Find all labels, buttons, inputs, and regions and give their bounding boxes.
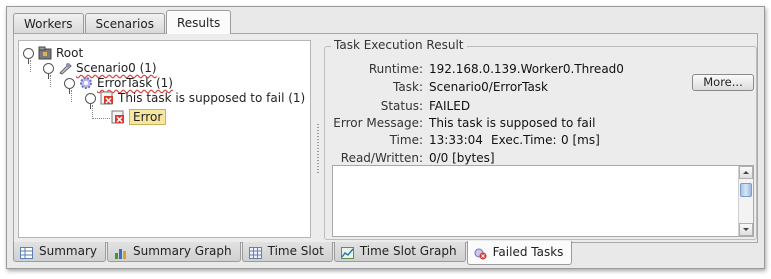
tab-results[interactable]: Results [165,10,232,34]
tab-label: Failed Tasks [492,245,564,259]
collapse-toggle[interactable] [64,77,75,94]
tab-label: Time Slot [267,244,324,258]
error-message-label: Error Message: [333,116,423,130]
tree-label: Scenario0 (1) [76,61,157,75]
read-written-label: Read/Written: [340,151,423,165]
tab-label: Summary Graph [133,244,232,258]
task-execution-result-panel: Task Execution Result Runtime: 192.168.0… [324,38,758,240]
vertical-scrollbar[interactable] [738,166,753,236]
scroll-thumb[interactable] [740,183,752,197]
collapse-toggle[interactable] [43,62,54,79]
tab-time-slot-graph[interactable]: Time Slot Graph [333,242,466,262]
status-label: Status: [380,99,423,113]
results-content: Root Scenario0 (1) ErrorTask (1) This ta… [13,33,758,243]
result-view-tabs: Summary Summary Graph Time Slot Time Slo… [13,241,573,266]
tree-label-selected: Error [129,109,167,125]
main-tabs: Workers Scenarios Results [13,10,232,34]
task-label: Task: [393,80,423,94]
results-tree[interactable]: Root Scenario0 (1) ErrorTask (1) This ta… [18,40,311,238]
details-text-area[interactable] [332,165,754,237]
tree-connector [30,60,31,72]
tree-node-error[interactable]: Error [111,109,167,125]
error-message-row: Error Message: This task is supposed to … [325,115,758,131]
tree-node-task[interactable]: ErrorTask (1) [64,75,173,94]
status-value: FAILED [429,99,471,113]
task-value: Scenario0/ErrorTask [429,80,548,94]
tree-label: This task is supposed to fail (1) [118,91,306,105]
tree-node-failure[interactable]: This task is supposed to fail (1) [85,90,306,109]
time-value: 13:33:04 [429,133,483,147]
line-chart-icon [340,246,354,259]
scenario-icon [58,61,72,75]
scroll-up-button[interactable] [739,166,753,179]
split-pane-divider[interactable] [314,40,322,238]
tree-connector [71,90,72,102]
panel-title: Task Execution Result [331,38,467,52]
tree-node-root[interactable]: Root [23,45,84,64]
time-row: Time: 13:33:04 Exec.Time: 0 [ms] [325,132,758,148]
tab-scenarios[interactable]: Scenarios [84,13,165,34]
tree-connector [50,75,51,87]
arrow-up-icon [743,171,749,174]
error-icon [111,110,125,124]
error-message-value: This task is supposed to fail [429,116,596,130]
failed-tasks-icon [474,247,487,259]
grid-icon [248,246,262,259]
exec-time-value: 0 [ms] [561,133,600,147]
error-icon [100,91,114,105]
tree-connector [92,118,110,119]
tab-label: Summary [39,244,97,258]
runtime-value: 192.168.0.139.Worker0.Thread0 [429,62,624,76]
results-window: Workers Scenarios Results Root Scenario0… [6,6,765,269]
table-icon [20,246,33,259]
collapse-toggle[interactable] [23,47,34,64]
tree-node-scenario[interactable]: Scenario0 (1) [43,60,157,79]
tab-summary-graph[interactable]: Summary Graph [107,242,241,262]
tree-connector [92,105,93,119]
scroll-down-button[interactable] [739,223,753,236]
tab-label: Time Slot Graph [359,244,457,258]
tab-summary[interactable]: Summary [13,242,106,262]
runtime-label: Runtime: [368,62,423,76]
splitter-grip[interactable] [317,124,319,174]
read-written-row: Read/Written: 0/0 [bytes] [325,150,758,166]
gear-icon [79,76,93,90]
more-button[interactable]: More... [692,74,754,91]
tab-workers[interactable]: Workers [13,13,84,34]
time-label: Time: [389,133,423,147]
tree-label: ErrorTask (1) [97,76,173,90]
status-row: Status: FAILED [325,98,758,114]
exec-time-label: Exec.Time: [491,133,557,147]
collapse-toggle[interactable] [85,92,96,109]
folder-icon [38,46,52,60]
read-written-value: 0/0 [bytes] [429,151,495,165]
arrow-down-icon [743,228,749,231]
bar-chart-icon [114,246,127,259]
tab-time-slot[interactable]: Time Slot [241,242,333,262]
tree-label: Root [56,46,84,60]
tab-failed-tasks[interactable]: Failed Tasks [466,241,573,265]
